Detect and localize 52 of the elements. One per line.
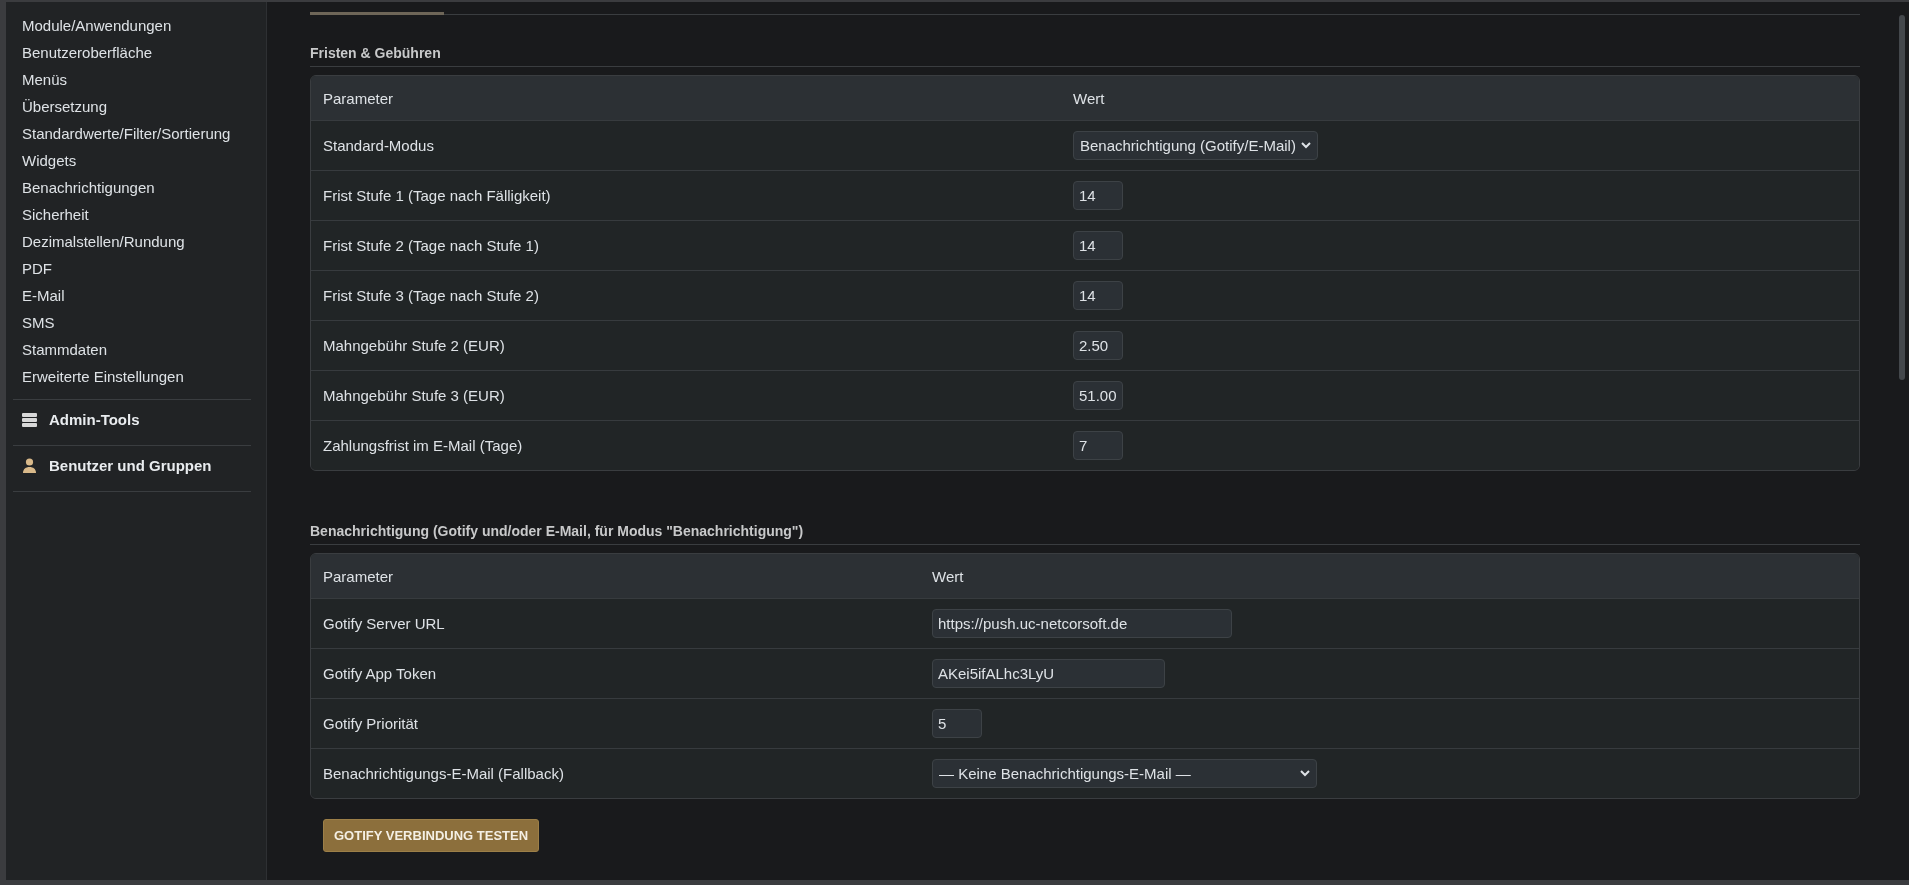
parameter-label: Frist Stufe 1 (Tage nach Fälligkeit) bbox=[322, 187, 552, 204]
parameter-label: Gotify Priorität bbox=[322, 715, 420, 732]
input-field[interactable]: AKei5ifALhc3LyU bbox=[932, 659, 1165, 688]
sidebar-item[interactable]: Übersetzung bbox=[13, 96, 266, 123]
parameter-label: Mahngebühr Stufe 3 (EUR) bbox=[322, 387, 506, 404]
input-field[interactable]: 51.00 bbox=[1073, 381, 1123, 410]
sidebar-item[interactable]: E-Mail bbox=[13, 285, 266, 312]
sidebar-item[interactable]: Standardwerte/Filter/Sortierung bbox=[13, 123, 266, 150]
sidebar-item[interactable]: Benutzeroberfläche bbox=[13, 42, 266, 69]
sidebar-item[interactable]: Module/Anwendungen bbox=[13, 15, 266, 42]
parameter-label: Zahlungsfrist im E-Mail (Tage) bbox=[322, 437, 524, 454]
input-field[interactable]: 14 bbox=[1073, 281, 1123, 310]
sidebar-item[interactable]: Sicherheit bbox=[13, 204, 266, 231]
chevron-down-icon bbox=[1300, 770, 1310, 777]
sidebar-item[interactable]: SMS bbox=[13, 312, 266, 339]
sidebar-item[interactable]: Dezimalstellen/Rundung bbox=[13, 231, 266, 258]
user-icon bbox=[22, 458, 37, 473]
column-header: Wert bbox=[931, 567, 965, 585]
dropdown[interactable]: — Keine Benachrichtigungs-E-Mail — bbox=[932, 759, 1317, 788]
server-icon bbox=[22, 412, 37, 427]
input-field[interactable]: https://push.uc-netcorsoft.de bbox=[932, 609, 1232, 638]
sidebar-item[interactable]: Stammdaten bbox=[13, 339, 266, 366]
section-heading: Fristen & Gebühren bbox=[310, 45, 1860, 67]
parameter-label: Gotify Server URL bbox=[322, 615, 446, 632]
group-label: Benutzer und Gruppen bbox=[49, 457, 212, 474]
parameter-label: Benachrichtigungs-E-Mail (Fallback) bbox=[322, 765, 565, 782]
sidebar-item[interactable]: Benachrichtigungen bbox=[13, 177, 266, 204]
sidebar-group[interactable]: Admin-Tools bbox=[13, 400, 266, 439]
input-field[interactable]: 14 bbox=[1073, 231, 1123, 260]
sidebar-item[interactable]: Erweiterte Einstellungen bbox=[13, 366, 266, 393]
sidebar-group[interactable]: Benutzer und Gruppen bbox=[13, 446, 266, 485]
scrollbar[interactable] bbox=[1899, 15, 1905, 380]
column-header: Parameter bbox=[322, 567, 395, 585]
sidebar-item[interactable]: Widgets bbox=[13, 150, 266, 177]
input-field[interactable]: 2.50 bbox=[1073, 331, 1123, 360]
parameter-label: Standard-Modus bbox=[322, 137, 435, 154]
input-field[interactable]: 7 bbox=[1073, 431, 1123, 460]
parameter-label: Mahngebühr Stufe 2 (EUR) bbox=[322, 337, 506, 354]
chevron-down-icon bbox=[1301, 142, 1311, 149]
parameter-label: Gotify App Token bbox=[322, 665, 438, 682]
section-heading: Benachrichtigung (Gotify und/oder E-Mail, für Modus "Benachrichtigung") bbox=[310, 523, 1860, 545]
parameter-label: Frist Stufe 3 (Tage nach Stufe 2) bbox=[322, 287, 540, 304]
group-label: Admin-Tools bbox=[49, 411, 140, 428]
dropdown[interactable]: Benachrichtigung (Gotify/E-Mail) bbox=[1073, 131, 1318, 160]
input-field[interactable]: 14 bbox=[1073, 181, 1123, 210]
test-connection-button[interactable]: GOTIFY VERBINDUNG TESTEN bbox=[323, 819, 540, 852]
sidebar-item[interactable]: PDF bbox=[13, 258, 266, 285]
sidebar-item[interactable]: Menüs bbox=[13, 69, 266, 96]
column-header: Parameter bbox=[322, 89, 395, 107]
parameter-label: Frist Stufe 2 (Tage nach Stufe 1) bbox=[322, 237, 540, 254]
input-field[interactable]: 5 bbox=[932, 709, 982, 738]
column-header: Wert bbox=[1072, 89, 1106, 107]
